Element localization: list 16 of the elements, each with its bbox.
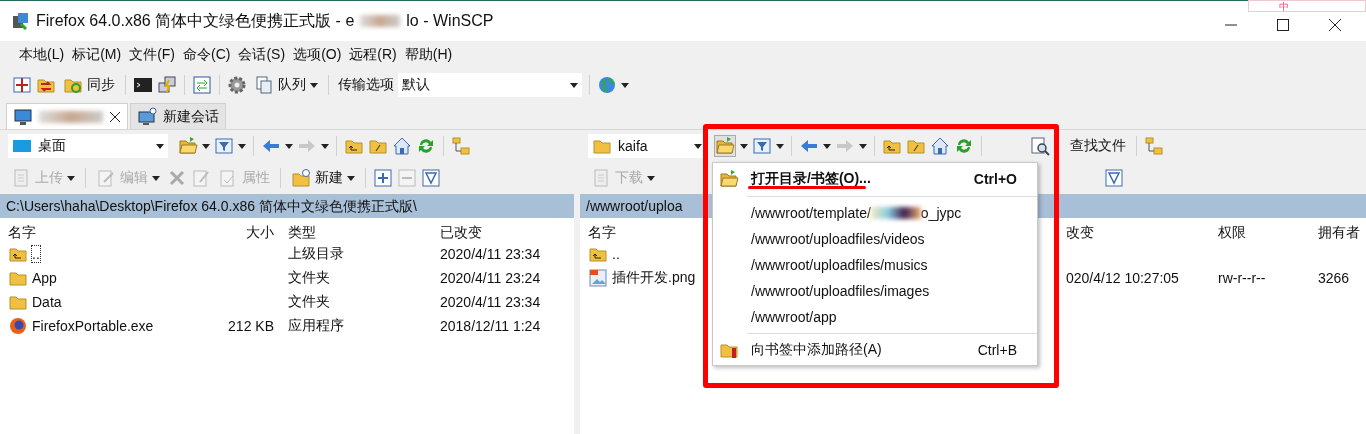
table-cell-text: 2020/4/11 23:34 — [439, 293, 542, 312]
table-cell-text: 212 KB — [227, 317, 275, 336]
table-cell-text: 2018/12/11 1:24 — [439, 317, 542, 336]
table-cell-text: 上级目录 — [287, 244, 345, 263]
table-cell-text: 3266 — [1317, 269, 1351, 288]
table-cell-text: 应用程序 — [287, 316, 345, 335]
table-cell-text: rw-r--r-- — [1217, 269, 1267, 288]
transfer-settings-label: 传输选项 — [338, 76, 394, 94]
table-cell-text: 2020/4/11 23:24 — [439, 269, 542, 288]
path-bar: C:\Users\haha\Desktop\Firefox 64.0.x86 简体中文绿色便携正式版\ — [0, 194, 574, 218]
window-title: lo - WinSCP — [406, 12, 494, 30]
table-cell-text: 020/4/12 10:27:05 — [1065, 269, 1180, 288]
window-title: Firefox 64.0.x86 简体中文绿色便携正式版 - e — [36, 10, 355, 31]
table-cell-text: 2020/4/11 23:34 — [439, 245, 542, 264]
table-cell-text: 文件夹 — [287, 292, 331, 311]
table-cell-text: 文件夹 — [287, 268, 331, 287]
